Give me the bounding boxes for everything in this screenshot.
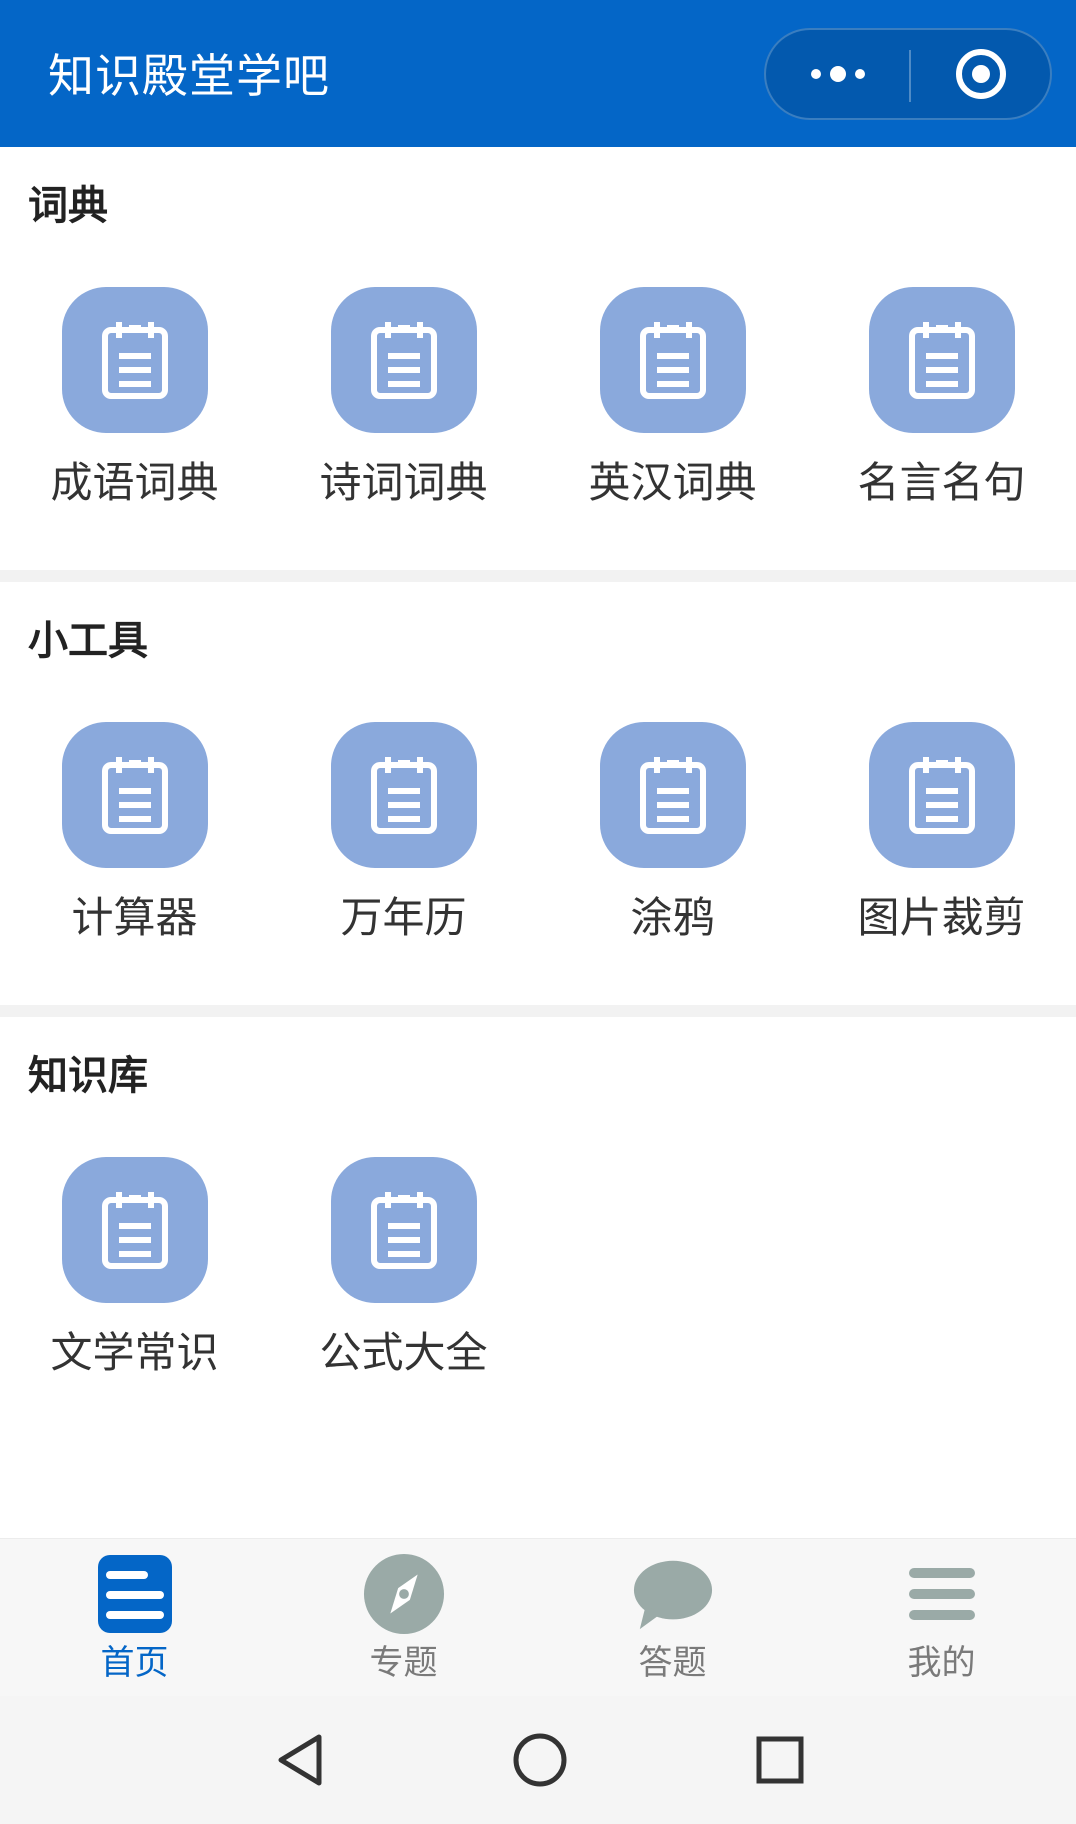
tile [600,722,746,868]
tile [62,287,208,433]
more-dots-icon [810,66,865,82]
system-navigation-bar [0,1696,1076,1824]
home-button[interactable] [500,1720,580,1800]
more-button[interactable] [766,30,909,118]
notepad-icon [640,322,706,399]
recents-square-icon [756,1736,804,1784]
item-label: 成语词典 [50,458,219,507]
back-button[interactable] [260,1720,340,1800]
menu-icon [901,1553,983,1635]
tab-label: 我的 [907,1643,976,1683]
app-title: 知识殿堂学吧 [48,49,330,103]
chat-bubble-icon [632,1553,714,1635]
close-button[interactable] [911,30,1050,118]
notepad-icon [371,322,437,399]
notepad-icon [909,757,975,834]
item-label: 文学常识 [50,1328,219,1377]
tile [62,722,208,868]
tab-label: 首页 [100,1643,169,1683]
recents-button[interactable] [740,1720,820,1800]
tile [869,287,1015,433]
grid-item-english-chinese-dictionary[interactable]: 英汉词典 [538,287,807,527]
notepad-icon [102,1192,168,1269]
item-label: 计算器 [71,893,198,942]
item-label: 诗词词典 [319,458,488,507]
grid-item-calendar[interactable]: 万年历 [269,722,538,962]
notepad-icon [640,757,706,834]
item-label: 万年历 [340,893,467,942]
item-label: 涂鸦 [630,893,715,942]
section-divider [0,1005,1076,1017]
bottom-tabbar: 首页 专题 答题 我的 [0,1538,1076,1697]
item-label: 公式大全 [319,1328,488,1377]
notepad-icon [371,1192,437,1269]
grid-item-famous-quotes[interactable]: 名言名句 [807,287,1076,527]
notepad-icon [102,322,168,399]
tile [62,1157,208,1303]
tab-quiz[interactable]: 答题 [538,1539,807,1697]
item-label: 名言名句 [857,458,1026,507]
tab-label: 答题 [638,1643,707,1683]
section-knowledge-base: 知识库 文学常识 公式大全 [0,1017,1076,1538]
tile [600,287,746,433]
grid-item-formula-collection[interactable]: 公式大全 [269,1157,538,1397]
grid-item-doodle[interactable]: 涂鸦 [538,722,807,962]
grid-item-poetry-dictionary[interactable]: 诗词词典 [269,287,538,527]
home-circle-icon [513,1733,567,1787]
grid-item-literature-knowledge[interactable]: 文学常识 [0,1157,269,1397]
tab-topics[interactable]: 专题 [269,1539,538,1697]
grid-item-idiom-dictionary[interactable]: 成语词典 [0,287,269,527]
tab-mine[interactable]: 我的 [807,1539,1076,1697]
tile [331,287,477,433]
section-tools: 小工具 计算器 万年历 涂鸦 图片裁剪 [0,582,1076,1005]
notepad-icon [371,757,437,834]
tile [331,722,477,868]
section-title: 词典 [28,183,108,229]
app-header: 知识殿堂学吧 [0,0,1076,147]
section-title: 知识库 [28,1053,148,1099]
notepad-icon [102,757,168,834]
grid-item-image-crop[interactable]: 图片裁剪 [807,722,1076,962]
item-label: 图片裁剪 [857,893,1026,942]
target-close-icon [955,49,1006,99]
tile [331,1157,477,1303]
tab-home[interactable]: 首页 [0,1539,269,1697]
tile [869,722,1015,868]
mini-program-capsule [764,28,1052,120]
compass-icon [363,1553,445,1635]
section-title: 小工具 [28,618,148,664]
item-label: 英汉词典 [588,458,757,507]
home-list-icon [94,1553,176,1635]
tab-label: 专题 [369,1643,438,1683]
section-divider [0,570,1076,582]
grid-item-calculator[interactable]: 计算器 [0,722,269,962]
section-dictionary: 词典 成语词典 诗词词典 英汉词典 名言名句 [0,147,1076,570]
back-triangle-icon [278,1734,322,1786]
notepad-icon [909,322,975,399]
